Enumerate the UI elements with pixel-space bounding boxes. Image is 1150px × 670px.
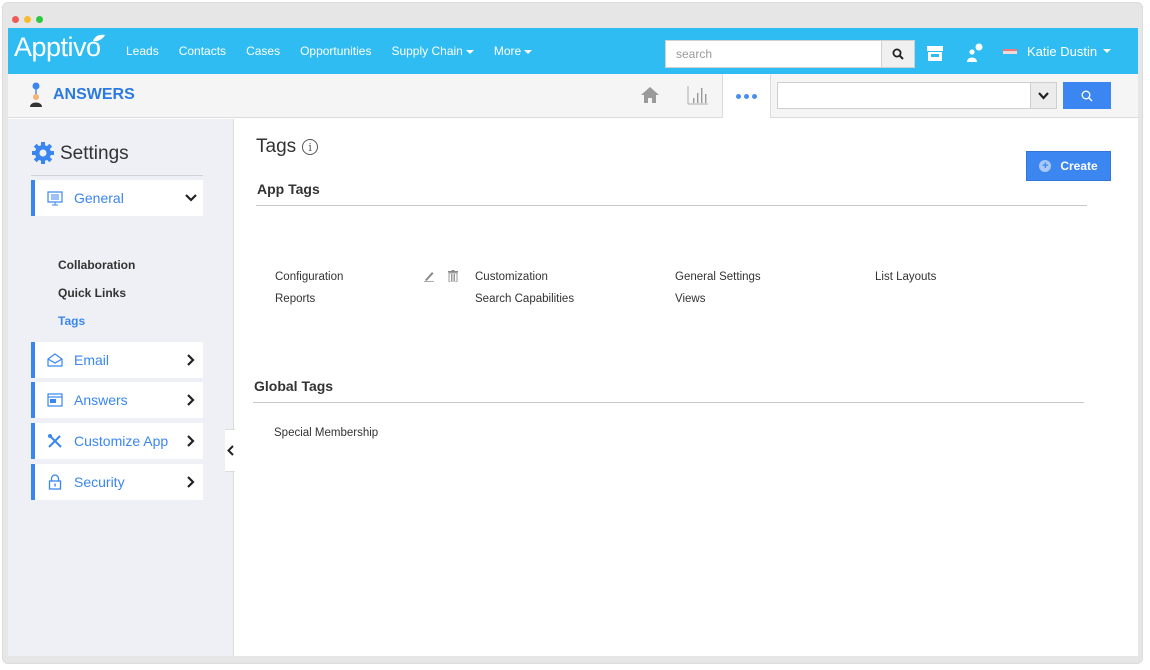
app-container: Apptivo Leads Contacts Cases Opportuniti… [8, 28, 1138, 656]
app-header: ANSWERS [8, 74, 1138, 118]
global-search [665, 40, 915, 68]
page-title-text: Tags [256, 136, 297, 157]
top-navbar: Apptivo Leads Contacts Cases Opportuniti… [8, 28, 1138, 74]
tag-actions [423, 270, 458, 282]
leaf-icon [93, 34, 105, 42]
plus-circle-icon: + [1039, 160, 1052, 172]
monitor-icon [46, 189, 64, 207]
maximize-window-button[interactable] [36, 16, 43, 23]
info-icon[interactable]: i [302, 139, 319, 155]
chevron-left-icon [226, 445, 234, 456]
app-title: ANSWERS [53, 86, 135, 103]
global-tags-heading: Global Tags [254, 378, 334, 394]
app-tag-customization[interactable]: Customization [475, 271, 548, 283]
global-tag-special-membership[interactable]: Special Membership [274, 427, 378, 439]
settings-header: Settings [31, 141, 203, 176]
sidebar-item-label: Security [74, 474, 125, 490]
app-tags-divider [256, 205, 1087, 206]
chevron-down-icon [1038, 91, 1049, 100]
home-icon[interactable] [640, 86, 660, 104]
sidebar-subitem-collaboration[interactable]: Collaboration [58, 258, 135, 272]
sidebar-item-label: Answers [74, 392, 128, 408]
app-tags-heading: App Tags [257, 181, 320, 197]
nav-cases[interactable]: Cases [246, 44, 280, 58]
app-tag-views[interactable]: Views [675, 293, 705, 305]
envelope-icon [46, 351, 64, 369]
sidebar-item-label: Customize App [74, 433, 169, 449]
nav-opportunities[interactable]: Opportunities [300, 44, 371, 58]
dot [736, 93, 741, 99]
app-tag-configuration[interactable]: Configuration [275, 271, 343, 283]
app-tag-search-capabilities[interactable]: Search Capabilities [475, 293, 574, 305]
apptivo-logo[interactable]: Apptivo [14, 32, 105, 63]
collapse-sidebar-button[interactable] [225, 429, 235, 472]
app-tag-reports[interactable]: Reports [275, 293, 315, 305]
edit-icon[interactable] [423, 270, 435, 282]
store-icon[interactable] [926, 45, 944, 62]
app-search-select[interactable] [777, 82, 1057, 109]
app-search-select-toggle[interactable] [1030, 83, 1056, 108]
sidebar-subitem-quick-links[interactable]: Quick Links [58, 286, 126, 300]
chevron-right-icon [185, 354, 197, 366]
sidebar-subitem-tags[interactable]: Tags [58, 314, 85, 328]
app-tag-general-settings[interactable]: General Settings [675, 271, 761, 283]
window-controls [12, 16, 43, 23]
chevron-down-icon [185, 192, 197, 204]
sidebar-item-label: Email [74, 352, 110, 368]
flag-icon [1003, 48, 1017, 54]
search-icon [1081, 90, 1093, 101]
close-window-button[interactable] [12, 16, 19, 23]
settings-sidebar: Settings General Collaboration Quick Lin… [8, 119, 235, 656]
dot [744, 93, 749, 99]
page-title: Tags i [256, 136, 319, 158]
trash-icon[interactable] [448, 270, 458, 282]
sidebar-item-label: General [74, 190, 124, 206]
global-tags-divider [253, 402, 1084, 403]
window-icon [46, 391, 64, 409]
app-search-button[interactable] [1063, 82, 1111, 109]
settings-title: Settings [60, 143, 129, 164]
dot [752, 93, 757, 99]
sidebar-item-customize-app[interactable]: Customize App [31, 423, 203, 459]
brand-name: Apptivo [14, 32, 101, 62]
minimize-window-button[interactable] [24, 16, 31, 23]
sidebar-item-general[interactable]: General [31, 180, 203, 216]
create-button-label: Create [1060, 159, 1098, 173]
search-icon [892, 48, 904, 60]
user-menu[interactable]: Katie Dustin [1003, 28, 1112, 74]
create-tag-button[interactable]: + Create [1026, 151, 1111, 181]
more-options-tab[interactable] [722, 74, 771, 118]
app-tag-list-layouts[interactable]: List Layouts [875, 271, 936, 283]
sidebar-item-security[interactable]: Security [31, 464, 203, 500]
caret-down-icon [1103, 49, 1112, 53]
lock-icon [46, 473, 64, 491]
global-search-input[interactable] [665, 40, 882, 68]
nav-contacts[interactable]: Contacts [179, 44, 226, 58]
answers-app-icon [30, 82, 42, 107]
nav-more[interactable]: More [494, 44, 533, 58]
nav-leads[interactable]: Leads [126, 44, 159, 58]
caret-down-icon [524, 49, 533, 54]
window-edge [1138, 28, 1142, 656]
main-content: Tags i + Create App Tags Configuration C… [235, 119, 1138, 656]
user-name: Katie Dustin [1027, 43, 1098, 59]
chart-icon[interactable] [687, 85, 709, 105]
gear-icon [32, 142, 54, 164]
sidebar-item-answers[interactable]: Answers [31, 382, 203, 418]
tools-icon [46, 432, 64, 450]
app-search-select-value[interactable] [778, 83, 1030, 108]
chevron-right-icon [185, 394, 197, 406]
main-nav: Leads Contacts Cases Opportunities Suppl… [126, 28, 552, 74]
chevron-right-icon [185, 476, 197, 488]
nav-supply-chain[interactable]: Supply Chain [391, 44, 474, 58]
global-search-button[interactable] [882, 40, 915, 68]
users-icon[interactable] [965, 43, 985, 63]
chevron-right-icon [185, 435, 197, 447]
caret-down-icon [465, 49, 474, 54]
sidebar-item-email[interactable]: Email [31, 342, 203, 378]
